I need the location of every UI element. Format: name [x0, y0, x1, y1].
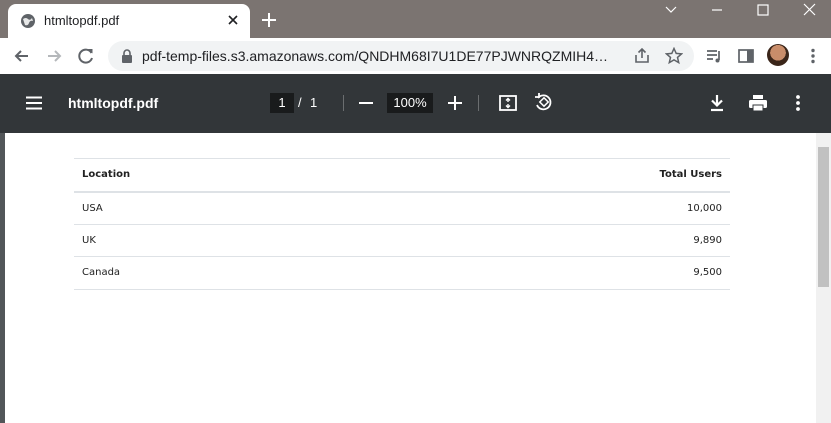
globe-icon	[21, 14, 35, 28]
close-tab-icon[interactable]	[225, 12, 241, 28]
current-page-input[interactable]: 1	[270, 93, 294, 113]
cell-total-users: 10,000	[368, 191, 730, 225]
side-panel-icon[interactable]	[737, 47, 755, 65]
address-bar[interactable]: pdf-temp-files.s3.amazonaws.com/QNDHM68I…	[108, 41, 694, 71]
pdf-viewport: Location Total Users USA 10,000 UK 9,890…	[0, 133, 831, 423]
table-row: USA 10,000	[74, 191, 730, 225]
minimize-icon[interactable]	[694, 0, 740, 22]
toolbar-divider	[478, 95, 479, 111]
zoom-out-icon[interactable]	[358, 94, 374, 112]
cell-location: Canada	[74, 256, 369, 290]
scrollbar-thumb[interactable]	[818, 147, 829, 287]
hamburger-menu-icon[interactable]	[25, 94, 43, 112]
table-row: UK 9,890	[74, 224, 730, 257]
print-icon[interactable]	[748, 93, 768, 113]
new-tab-icon[interactable]	[260, 11, 278, 29]
url-text[interactable]: pdf-temp-files.s3.amazonaws.com/QNDHM68I…	[142, 48, 618, 64]
pdf-toolbar: htmltopdf.pdf 1 / 1 100%	[0, 74, 831, 133]
fit-to-page-icon[interactable]	[498, 93, 518, 113]
toolbar-divider	[343, 95, 344, 111]
total-pages: 1	[310, 95, 318, 110]
media-queue-icon[interactable]	[705, 47, 723, 65]
tab-strip: htmltopdf.pdf	[0, 0, 831, 38]
more-options-icon[interactable]	[789, 93, 807, 113]
share-icon[interactable]	[633, 47, 651, 65]
browser-menu-icon[interactable]	[804, 47, 822, 65]
tab-search-chevron-icon[interactable]	[648, 0, 694, 22]
table-header-row: Location Total Users	[74, 158, 730, 193]
forward-arrow-icon[interactable]	[44, 46, 64, 66]
download-icon[interactable]	[708, 93, 726, 113]
vertical-scrollbar[interactable]	[816, 133, 831, 423]
reload-icon[interactable]	[76, 46, 96, 66]
maximize-icon[interactable]	[740, 0, 786, 22]
document-title: htmltopdf.pdf	[68, 95, 159, 111]
column-header-location: Location	[74, 158, 369, 193]
zoom-level-input[interactable]: 100%	[387, 93, 433, 113]
cell-location: UK	[74, 224, 369, 257]
page-separator: /	[298, 95, 302, 110]
back-arrow-icon[interactable]	[12, 46, 32, 66]
close-window-icon[interactable]	[786, 0, 831, 22]
cell-total-users: 9,890	[368, 224, 730, 257]
rotate-icon[interactable]	[533, 92, 553, 112]
zoom-in-icon[interactable]	[446, 94, 464, 112]
lock-icon[interactable]	[121, 49, 133, 63]
profile-avatar[interactable]	[767, 44, 789, 66]
browser-tab[interactable]: htmltopdf.pdf	[8, 4, 250, 38]
cell-location: USA	[74, 191, 369, 225]
bookmark-star-icon[interactable]	[665, 47, 683, 65]
tab-title: htmltopdf.pdf	[44, 13, 120, 28]
pdf-page: Location Total Users USA 10,000 UK 9,890…	[5, 133, 816, 423]
browser-toolbar: pdf-temp-files.s3.amazonaws.com/QNDHM68I…	[0, 38, 831, 74]
column-header-total-users: Total Users	[368, 158, 730, 193]
table-row: Canada 9,500	[74, 256, 730, 290]
users-table: Location Total Users USA 10,000 UK 9,890…	[74, 158, 730, 290]
cell-total-users: 9,500	[368, 256, 730, 290]
